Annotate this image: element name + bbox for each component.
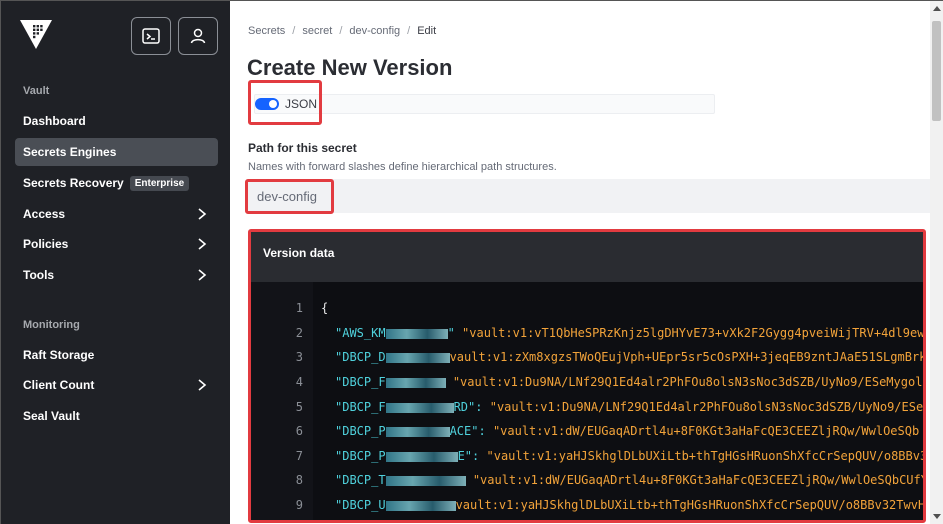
breadcrumb-item-secret[interactable]: secret <box>302 25 332 37</box>
breadcrumb-separator: / <box>339 25 343 37</box>
main-content: Secrets / secret / dev-config / Edit Cre… <box>230 1 930 524</box>
chevron-right-icon <box>198 208 207 220</box>
sidebar-item-secrets-recovery[interactable]: Secrets Recovery Enterprise <box>15 169 218 197</box>
page-title: Create New Version <box>247 55 453 80</box>
sidebar-item-label: Dashboard <box>23 114 86 128</box>
path-input[interactable] <box>248 179 930 213</box>
highlight-path-input <box>245 179 334 214</box>
sidebar-item-access[interactable]: Access <box>15 200 218 228</box>
chevron-right-icon <box>198 238 207 250</box>
sidebar-item-label: Secrets Recovery <box>23 176 124 190</box>
user-menu-button[interactable] <box>178 17 218 55</box>
path-field-label: Path for this secret <box>248 141 357 155</box>
breadcrumb-separator: / <box>407 25 411 37</box>
chevron-right-icon <box>198 269 207 281</box>
user-icon <box>190 28 206 44</box>
json-toggle-row: JSON <box>254 94 715 114</box>
breadcrumb-item-edit: Edit <box>417 25 437 37</box>
path-field-help: Names with forward slashes define hierar… <box>248 161 557 173</box>
terminal-button[interactable] <box>131 17 171 55</box>
nav-section-vault: Vault <box>23 85 50 97</box>
breadcrumb-item-dev-config[interactable]: dev-config <box>349 25 400 37</box>
enterprise-badge: Enterprise <box>129 175 190 191</box>
terminal-icon <box>142 28 160 44</box>
sidebar-item-label: Seal Vault <box>23 409 80 423</box>
highlight-version-data <box>248 229 926 523</box>
sidebar-item-label: Secrets Engines <box>23 145 117 159</box>
highlight-json-toggle <box>248 80 322 125</box>
nav-section-monitoring: Monitoring <box>23 319 80 331</box>
sidebar-item-tools[interactable]: Tools <box>15 261 218 289</box>
sidebar-item-label: Policies <box>23 237 69 251</box>
sidebar-item-secrets-engines[interactable]: Secrets Engines <box>15 138 218 166</box>
sidebar-item-policies[interactable]: Policies <box>15 230 218 258</box>
sidebar: Vault Dashboard Secrets Engines Secrets … <box>1 1 230 524</box>
sidebar-item-label: Client Count <box>23 378 95 392</box>
scrollbar-thumb[interactable] <box>932 21 941 121</box>
sidebar-item-label: Raft Storage <box>23 348 95 362</box>
breadcrumb-item-secrets[interactable]: Secrets <box>248 25 285 37</box>
sidebar-item-label: Tools <box>23 268 55 282</box>
scroll-down-icon[interactable] <box>933 514 941 519</box>
sidebar-item-dashboard[interactable]: Dashboard <box>15 107 218 135</box>
chevron-right-icon <box>198 379 207 391</box>
sidebar-item-client-count[interactable]: Client Count <box>15 371 218 399</box>
scroll-up-icon[interactable] <box>933 6 941 11</box>
sidebar-item-raft-storage[interactable]: Raft Storage <box>15 341 218 369</box>
sidebar-item-label: Access <box>23 207 66 221</box>
sidebar-item-seal-vault[interactable]: Seal Vault <box>15 402 218 430</box>
breadcrumb: Secrets / secret / dev-config / Edit <box>248 25 436 37</box>
vault-triangle-icon[interactable] <box>19 17 53 51</box>
breadcrumb-separator: / <box>292 25 296 37</box>
